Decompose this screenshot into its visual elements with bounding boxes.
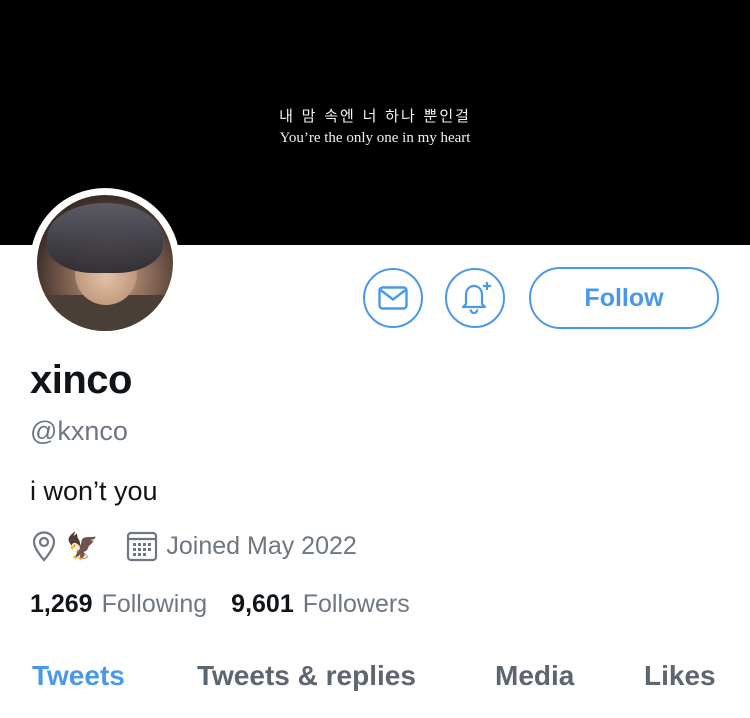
tab-tweets[interactable]: Tweets	[32, 660, 125, 692]
tab-tweets-replies[interactable]: Tweets & replies	[197, 660, 416, 692]
profile-meta: 🦅 Joined May 2022	[30, 527, 357, 565]
tab-likes[interactable]: Likes	[644, 660, 716, 692]
location-pin-icon	[32, 531, 56, 562]
follow-button[interactable]: Follow	[529, 267, 719, 329]
profile-tabs: Tweets Tweets & replies Media Likes	[0, 660, 750, 700]
banner-korean-text: 내 맘 속엔 너 하나 뿐인걸	[279, 107, 471, 125]
avatar[interactable]	[30, 188, 180, 338]
avatar-image	[37, 195, 173, 331]
envelope-icon	[378, 286, 408, 310]
follow-stats: 1,269 Following 9,601 Followers	[30, 590, 410, 619]
followers-label: Followers	[302, 590, 410, 618]
location-emoji: 🦅	[66, 530, 99, 561]
profile-name: xinco	[30, 358, 132, 402]
notifications-button[interactable]	[445, 268, 505, 328]
message-button[interactable]	[363, 268, 423, 328]
joined-date: Joined May 2022	[166, 531, 357, 560]
following-count: 1,269	[30, 590, 93, 618]
tab-media[interactable]: Media	[495, 660, 574, 692]
profile-handle: @kxnco	[30, 416, 128, 446]
followers-count: 9,601	[231, 590, 294, 618]
bell-plus-icon	[461, 282, 491, 315]
following-link[interactable]: 1,269 Following	[30, 590, 207, 619]
banner-english-text: You’re the only one in my heart	[279, 130, 471, 146]
following-label: Following	[101, 590, 208, 618]
followers-link[interactable]: 9,601 Followers	[231, 590, 410, 619]
profile-bio: i won’t you	[30, 476, 158, 506]
calendar-icon	[127, 531, 158, 562]
